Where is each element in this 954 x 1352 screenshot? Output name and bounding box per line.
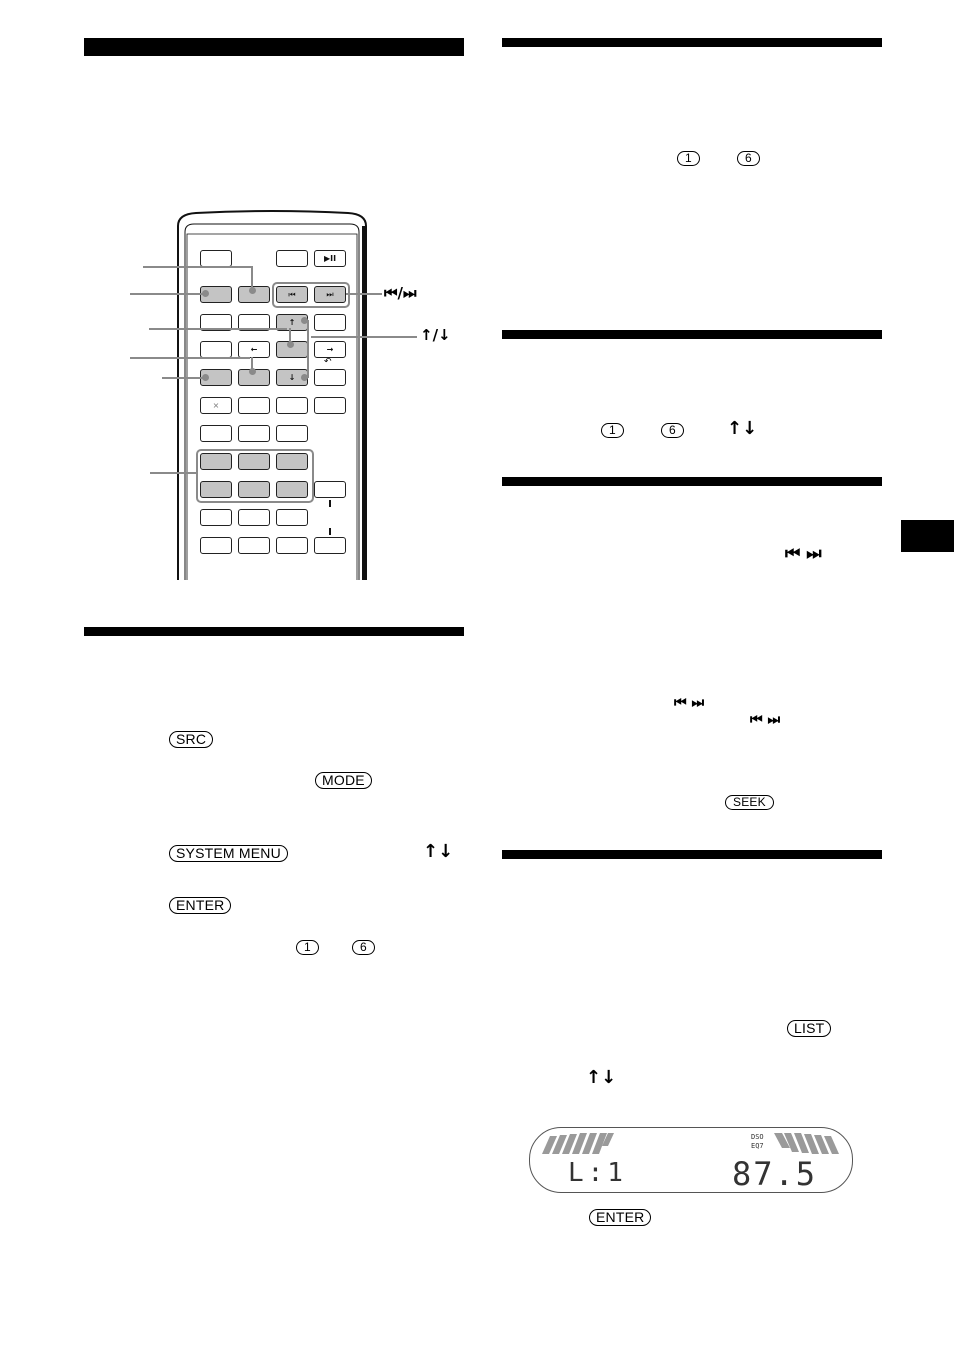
- play-pause-button: ▶II: [314, 250, 346, 267]
- callout-line-updown-bracket: [307, 320, 309, 378]
- callout-line-4: [130, 357, 250, 359]
- callout-dot: [202, 290, 209, 297]
- list-number-display: L:1: [568, 1158, 627, 1188]
- remote-button-r11c2: [238, 537, 270, 554]
- up-down-arrows-icon: ↑↓: [586, 1067, 617, 1088]
- callout-line-6: [150, 472, 196, 474]
- callout-line-5: [162, 377, 204, 379]
- seek-key: SEEK: [725, 795, 774, 810]
- remote-button-r6c3: [276, 397, 308, 414]
- callout-dot: [249, 287, 256, 294]
- left-heading-bar-2: [84, 627, 464, 636]
- prev-next-label: ⏮/⏭: [384, 284, 417, 302]
- remote-button-r6c2: [238, 397, 270, 414]
- remote-button-r4c1: [200, 341, 232, 358]
- key-6: 6: [661, 423, 684, 438]
- key-1: 1: [677, 151, 700, 166]
- right-heading-bar-4: [502, 850, 882, 859]
- return-icon: ↶: [324, 357, 332, 367]
- eq7-indicator: EQ7: [751, 1142, 764, 1150]
- callout-dot: [249, 368, 256, 375]
- callout-dot: [287, 341, 294, 348]
- callout-line-1: [143, 266, 251, 268]
- remote-button-r9c4: [314, 481, 346, 498]
- button-divider-mark: [329, 528, 331, 535]
- key-1: 1: [296, 940, 319, 955]
- remote-button-r10c1: [200, 509, 232, 526]
- button-divider-mark: [329, 500, 331, 507]
- skip-symbols-icon: ⏮ ⏭: [674, 695, 705, 711]
- dso-indicator: DSO: [751, 1133, 764, 1141]
- callout-dot: [202, 374, 209, 381]
- list-key: LIST: [787, 1020, 832, 1037]
- mode-key: MODE: [315, 772, 372, 789]
- callout-line-2: [130, 293, 206, 295]
- skip-buttons-group-outline: [272, 282, 350, 308]
- remote-button-r11c3: [276, 537, 308, 554]
- remote-button-r1c3: [276, 250, 308, 267]
- remote-button-r1c1: [200, 250, 232, 267]
- enter-key: ENTER: [169, 897, 232, 914]
- system-menu-key: SYSTEM MENU: [169, 845, 288, 862]
- callout-line-3: [149, 328, 287, 330]
- key-6: 6: [737, 151, 760, 166]
- thumb-index-tab: [901, 520, 954, 552]
- number-buttons-group-outline: [196, 449, 314, 503]
- key-6: 6: [352, 940, 375, 955]
- left-heading-bar-1: [84, 38, 464, 56]
- right-heading-bar-2: [502, 330, 882, 339]
- remote-button-r7c2: [238, 425, 270, 442]
- src-key: SRC: [169, 731, 214, 748]
- right-heading-bar-1: [502, 38, 882, 47]
- remote-button-r11c4: [314, 537, 346, 554]
- enter-key: ENTER: [589, 1209, 652, 1226]
- remote-button-r7c1: [200, 425, 232, 442]
- frequency-display: 87.5: [732, 1155, 818, 1193]
- lcd-display-figure: DSO EQ7 L:1 87.5: [529, 1127, 853, 1193]
- skip-symbols-icon: ⏮ ⏭: [785, 544, 822, 564]
- mute-button: ×: [200, 397, 232, 414]
- callout-dot: [301, 374, 308, 381]
- remote-button-r7c3: [276, 425, 308, 442]
- up-down-arrows-icon: ↑↓: [423, 841, 454, 862]
- remote-button-r6c4: [314, 397, 346, 414]
- right-heading-bar-3: [502, 477, 882, 486]
- callout-line-skip: [346, 293, 382, 295]
- remote-button-r5c4: [314, 369, 346, 386]
- right-arrow-button: →: [314, 341, 346, 358]
- skip-symbols-icon: ⏮ ⏭: [750, 712, 781, 728]
- remote-button-r10c3: [276, 509, 308, 526]
- key-1: 1: [601, 423, 624, 438]
- remote-button-r10c2: [238, 509, 270, 526]
- up-down-label: ↑/↓: [420, 326, 451, 344]
- left-arrow-button: ←: [238, 341, 270, 358]
- remote-button-r3c4: [314, 314, 346, 331]
- up-down-arrows-icon: ↑↓: [727, 418, 758, 439]
- remote-button-r11c1: [200, 537, 232, 554]
- callout-line-updown: [311, 336, 417, 338]
- callout-dot: [301, 317, 308, 324]
